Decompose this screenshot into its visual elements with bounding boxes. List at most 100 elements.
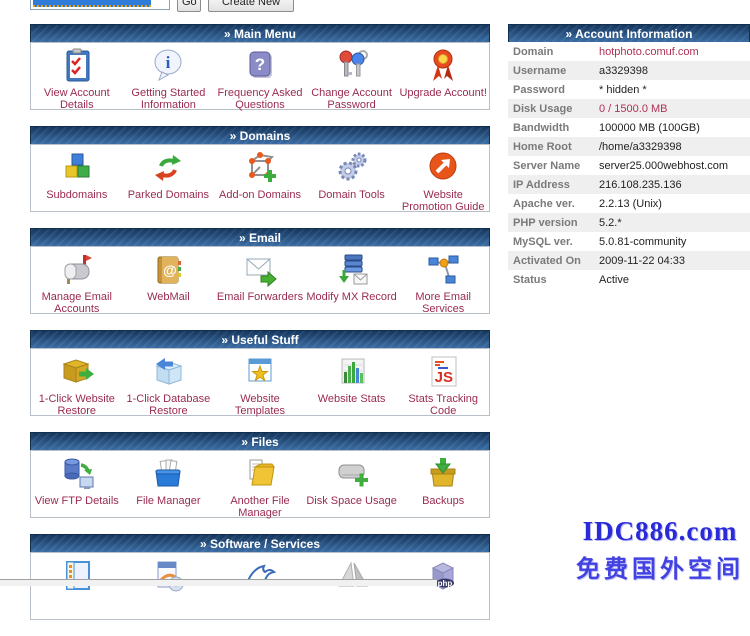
section-header-useful-stuff: » Useful Stuff — [30, 330, 490, 348]
section-software-services: » Software / Services php php — [30, 534, 490, 620]
svg-text:@: @ — [164, 262, 178, 278]
js-code-icon: JS — [423, 352, 463, 392]
backup-box-icon — [423, 454, 463, 494]
menu-item-backups[interactable]: Backups — [397, 454, 489, 507]
menu-item-database-restore[interactable]: 1-Click Database Restore — [123, 352, 215, 417]
menu-item-website-stats[interactable]: Website Stats — [306, 352, 398, 405]
account-info-row-activated: Activated On2009-11-22 04:33 — [508, 251, 750, 270]
menu-item-modify-mx[interactable]: Modify MX Record — [306, 250, 398, 303]
account-info-row-disk-usage: Disk Usage0 / 1500.0 MB — [508, 99, 750, 118]
menu-item-view-account-details[interactable]: View Account Details — [31, 46, 123, 111]
section-domains: » Domains Subdomains Parked Domains Add-… — [30, 126, 490, 212]
menu-item-label: Upgrade Account! — [399, 87, 486, 99]
software-box-cd-icon — [148, 556, 188, 596]
menu-item-more-email-services[interactable]: More Email Services — [397, 250, 489, 315]
menu-item-label: View Account Details — [31, 87, 123, 111]
menu-item-label: 1-Click Website Restore — [31, 393, 123, 417]
menu-item-label: Stats Tracking Code — [397, 393, 489, 417]
menu-item-label: Website Templates — [214, 393, 306, 417]
menu-item-label: Website Stats — [318, 393, 386, 405]
account-information-panel: » Account Information Domainhotphoto.com… — [508, 24, 750, 289]
menu-item-webmail[interactable]: @ WebMail — [123, 250, 215, 303]
domain-value: hotphoto.comuf.com — [599, 46, 699, 58]
account-info-row-apache: Apache ver.2.2.13 (Unix) — [508, 194, 750, 213]
domain-select-input[interactable] — [30, 0, 170, 10]
menu-item-label: Manage Email Accounts — [31, 291, 123, 315]
menu-item-autoinstaller[interactable] — [31, 556, 123, 597]
envelope-forward-icon — [240, 250, 280, 290]
recycle-arrows-icon — [148, 148, 188, 188]
menu-item-manage-email[interactable]: Manage Email Accounts — [31, 250, 123, 315]
keys-icon — [332, 46, 372, 86]
menu-item-disk-space-usage[interactable]: Disk Space Usage — [306, 454, 398, 507]
bar-chart-icon — [332, 352, 372, 392]
question-mark-icon: ? — [240, 46, 280, 86]
section-email: » Email Manage Email Accounts @ WebMail … — [30, 228, 490, 314]
menu-item-mysql[interactable] — [214, 556, 306, 597]
menu-item-email-forwarders[interactable]: Email Forwarders — [214, 250, 306, 303]
menu-item-file-manager[interactable]: File Manager — [123, 454, 215, 507]
menu-item-domain-tools[interactable]: Domain Tools — [306, 148, 398, 201]
section-main-menu: » Main Menu View Account Details i Getti… — [30, 24, 490, 110]
database-restore-icon — [148, 352, 188, 392]
menu-item-view-ftp-details[interactable]: View FTP Details — [31, 454, 123, 507]
menu-item-another-file-manager[interactable]: Another File Manager — [214, 454, 306, 519]
account-info-row-server-name: Server Nameserver25.000webhost.com — [508, 156, 750, 175]
award-ribbon-icon — [423, 46, 463, 86]
gears-icon — [332, 148, 372, 188]
ftp-transfer-icon — [57, 454, 97, 494]
cubes-icon — [57, 148, 97, 188]
menu-item-label: View FTP Details — [35, 495, 119, 507]
account-info-row-status: StatusActive — [508, 270, 750, 289]
menu-item-stats-tracking-code[interactable]: JS Stats Tracking Code — [397, 352, 489, 417]
menu-item-label: File Manager — [136, 495, 200, 507]
menu-item-label: More Email Services — [397, 291, 489, 315]
menu-item-phpmyadmin[interactable]: php — [306, 556, 398, 597]
menu-item-label: Email Forwarders — [217, 291, 303, 303]
menu-item-php[interactable]: php — [397, 556, 489, 597]
menu-item-getting-started[interactable]: i Getting Started Information — [123, 46, 215, 111]
php-cube-icon: php — [423, 556, 463, 596]
section-header-software-services: » Software / Services — [30, 534, 490, 552]
svg-text:?: ? — [255, 55, 265, 74]
menu-item-parked-domains[interactable]: Parked Domains — [123, 148, 215, 201]
menu-item-label: Backups — [422, 495, 464, 507]
panel-window-icon — [57, 556, 97, 596]
watermark-site-name: IDC886.com — [576, 516, 744, 547]
mail-server-icon — [332, 250, 372, 290]
menu-item-upgrade-account[interactable]: Upgrade Account! — [397, 46, 489, 99]
menu-item-faq[interactable]: ? Frequency Asked Questions — [214, 46, 306, 111]
account-info-row-ip-address: IP Address216.108.235.136 — [508, 175, 750, 194]
menu-item-addon-domains[interactable]: Add-on Domains — [214, 148, 306, 201]
menu-item-label: Modify MX Record — [306, 291, 396, 303]
mysql-dolphin-icon — [240, 556, 280, 596]
menu-item-website-templates[interactable]: Website Templates — [214, 352, 306, 417]
section-header-files: » Files — [30, 432, 490, 450]
menu-item-website-promotion[interactable]: Website Promotion Guide — [397, 148, 489, 213]
account-info-row-username: Usernamea3329398 — [508, 61, 750, 80]
menu-item-website-restore[interactable]: 1-Click Website Restore — [31, 352, 123, 417]
menu-item-label: Change Account Password — [306, 87, 398, 111]
menu-item-change-password[interactable]: Change Account Password — [306, 46, 398, 111]
section-header-domains: » Domains — [30, 126, 490, 144]
status-value: Active — [599, 274, 629, 286]
account-info-row-bandwidth: Bandwidth100000 MB (100GB) — [508, 118, 750, 137]
account-info-row-password: Password* hidden * — [508, 80, 750, 99]
svg-text:JS: JS — [435, 369, 453, 386]
box-restore-icon — [57, 352, 97, 392]
watermark: IDC886.com 免费国外空间 — [576, 516, 744, 584]
section-header-email: » Email — [30, 228, 490, 246]
disk-usage-value: 0 / 1500.0 MB — [599, 103, 668, 115]
menu-item-software-package[interactable] — [123, 556, 215, 597]
menu-item-label: Website Promotion Guide — [397, 189, 489, 213]
menu-item-subdomains[interactable]: Subdomains — [31, 148, 123, 201]
menu-item-label: Subdomains — [46, 189, 107, 201]
section-useful-stuff: » Useful Stuff 1-Click Website Restore 1… — [30, 330, 490, 416]
account-info-row-mysql: MySQL ver.5.0.81-community — [508, 232, 750, 251]
phpmyadmin-sail-icon: php — [332, 556, 372, 596]
create-new-button[interactable]: Create New — [208, 0, 294, 12]
email-nodes-icon — [423, 250, 463, 290]
account-info-row-php: PHP version5.2.* — [508, 213, 750, 232]
go-button[interactable]: Go — [177, 0, 201, 12]
menu-item-label: Parked Domains — [128, 189, 209, 201]
